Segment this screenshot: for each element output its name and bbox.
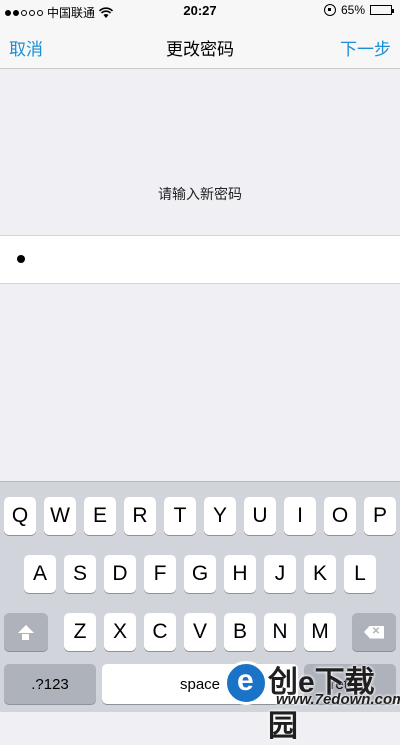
keyboard: Q W E R T Y U I O P A S D F G H J K L Z … [0, 481, 400, 712]
backspace-icon: ✕ [364, 625, 384, 639]
key-m[interactable]: M [304, 613, 336, 651]
key-t[interactable]: T [164, 497, 196, 535]
key-o[interactable]: O [324, 497, 356, 535]
key-f[interactable]: F [144, 555, 176, 593]
rotation-lock-icon [323, 4, 336, 16]
navigation-bar: 取消 更改密码 下一步 [0, 22, 400, 69]
key-r[interactable]: R [124, 497, 156, 535]
key-c[interactable]: C [144, 613, 176, 651]
space-key[interactable]: space [102, 664, 298, 704]
key-l[interactable]: L [344, 555, 376, 593]
shift-icon [18, 625, 34, 633]
battery-icon [370, 5, 394, 15]
return-key[interactable]: return [304, 664, 396, 704]
numbers-key[interactable]: .?123 [4, 664, 96, 704]
key-e[interactable]: E [84, 497, 116, 535]
key-n[interactable]: N [264, 613, 296, 651]
key-a[interactable]: A [24, 555, 56, 593]
key-q[interactable]: Q [4, 497, 36, 535]
key-z[interactable]: Z [64, 613, 96, 651]
key-y[interactable]: Y [204, 497, 236, 535]
status-right: 65% [323, 3, 394, 17]
key-h[interactable]: H [224, 555, 256, 593]
password-mask-dot [17, 255, 25, 263]
key-j[interactable]: J [264, 555, 296, 593]
key-k[interactable]: K [304, 555, 336, 593]
key-g[interactable]: G [184, 555, 216, 593]
key-d[interactable]: D [104, 555, 136, 593]
password-prompt: 请输入新密码 [158, 186, 242, 202]
new-password-field[interactable] [0, 235, 400, 284]
delete-key[interactable]: ✕ [352, 613, 396, 651]
next-button[interactable]: 下一步 [340, 35, 391, 60]
key-p[interactable]: P [364, 497, 396, 535]
key-v[interactable]: V [184, 613, 216, 651]
key-s[interactable]: S [64, 555, 96, 593]
key-w[interactable]: W [44, 497, 76, 535]
key-u[interactable]: U [244, 497, 276, 535]
key-x[interactable]: X [104, 613, 136, 651]
battery-percent: 65% [340, 3, 365, 17]
shift-key[interactable] [4, 613, 48, 651]
key-i[interactable]: I [284, 497, 316, 535]
status-bar: 中国联通 20:27 65% [0, 0, 400, 22]
key-b[interactable]: B [224, 613, 256, 651]
